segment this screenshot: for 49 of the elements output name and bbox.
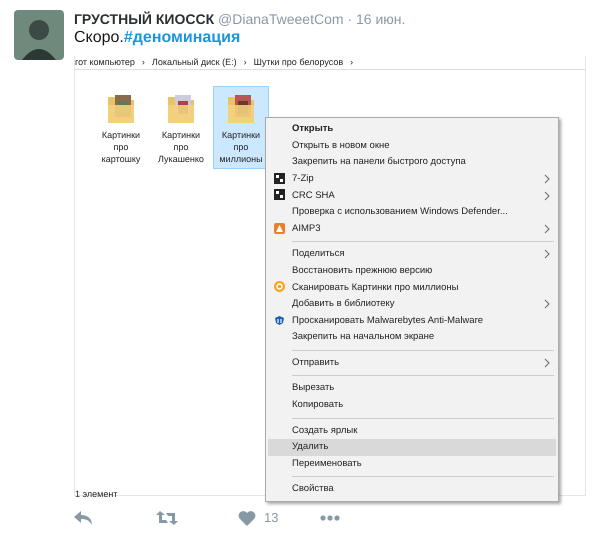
reply-icon: [74, 510, 92, 525]
status-text: 1 элемент: [75, 489, 118, 499]
separator-dot: ·: [347, 11, 352, 27]
retweet-icon: [156, 510, 178, 525]
player-icon: [274, 222, 285, 234]
menu-item[interactable]: Закрепить на начальном экране: [268, 329, 556, 346]
menu-item[interactable]: Удалить: [268, 439, 556, 456]
breadcrumb-separator: ›: [142, 56, 145, 69]
folder-item[interactable]: Картинки про Лукашенко: [153, 86, 209, 169]
breadcrumb-item[interactable]: Локальный диск (E:): [152, 56, 237, 70]
avatar[interactable]: [14, 10, 64, 60]
menu-item[interactable]: AIMP3: [268, 220, 556, 238]
menu-item[interactable]: Отправить: [268, 354, 556, 372]
folder-item[interactable]: Картинки про картошку: [93, 86, 149, 169]
menu-item[interactable]: Переименовать: [268, 456, 556, 472]
archive-icon: [274, 172, 285, 184]
breadcrumb-separator: ›: [244, 56, 247, 69]
menu-item[interactable]: Сканировать Картинки про миллионы: [268, 279, 556, 296]
menu-item[interactable]: Свойства: [268, 481, 556, 498]
menu-item[interactable]: Добавить в библиотеку: [268, 296, 556, 313]
breadcrumb-separator: ›: [350, 56, 354, 69]
heart-icon: [238, 510, 256, 526]
tweet-text: Скоро.: [74, 29, 124, 46]
menu-item[interactable]: Копировать: [268, 396, 556, 414]
chevron-right-icon: [544, 299, 550, 310]
chevron-right-icon: [544, 174, 550, 184]
menu-item[interactable]: Открыть в новом окне: [268, 138, 556, 154]
menu-item[interactable]: Закрепить на панели быстрого доступа: [268, 154, 556, 171]
menu-item[interactable]: Просканировать Malwarebytes Anti-Malware: [268, 312, 556, 330]
menu-item[interactable]: CRC SHA: [268, 187, 556, 204]
menu-item[interactable]: Проверка с использованием Windows Defender...: [268, 204, 556, 221]
chevron-right-icon: [544, 249, 550, 260]
chevron-right-icon: [544, 358, 550, 368]
breadcrumb-item[interactable]: Шутки про белорусов: [254, 56, 344, 70]
chevron-right-icon: [544, 190, 550, 201]
menu-item[interactable]: Поделиться: [268, 246, 556, 263]
menu-item[interactable]: Восстановить прежнюю версию: [268, 262, 556, 280]
menu-item[interactable]: Открыть: [268, 121, 556, 138]
shield-icon: [274, 314, 285, 326]
more-icon: [320, 514, 340, 521]
breadcrumb-item[interactable]: гот компьютер: [75, 56, 135, 70]
folder-item[interactable]: Картинки про миллионы: [213, 86, 269, 169]
chevron-right-icon: [544, 224, 550, 234]
menu-item[interactable]: Создать ярлык: [268, 422, 556, 440]
scan-icon: [274, 281, 285, 292]
archive-icon: [274, 189, 285, 200]
author-name[interactable]: ГРУСТНЫЙ КИОССК: [74, 11, 214, 27]
menu-item[interactable]: Вырезать: [268, 380, 556, 397]
menu-item[interactable]: 7-Zip: [268, 170, 556, 188]
